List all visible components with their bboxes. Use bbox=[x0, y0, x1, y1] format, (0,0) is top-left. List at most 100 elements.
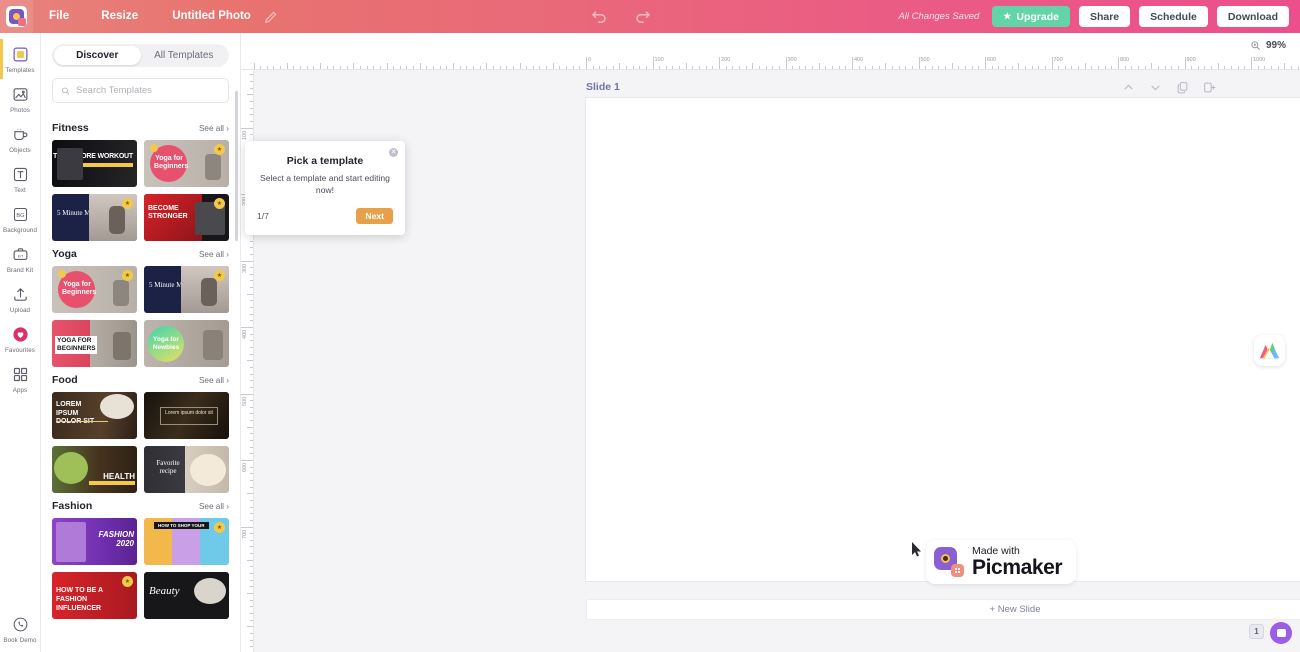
share-button[interactable]: Share bbox=[1078, 6, 1131, 27]
pencil-icon[interactable] bbox=[263, 9, 279, 25]
top-bar-actions: All Changes Saved ★ Upgrade Share Schedu… bbox=[898, 6, 1300, 27]
template-card[interactable]: ★ BECOME STRONGER bbox=[144, 194, 229, 241]
brandkit-icon: KIT bbox=[11, 245, 30, 264]
chevron-down-icon[interactable] bbox=[1149, 81, 1162, 94]
section-title: Yoga bbox=[52, 248, 77, 260]
zoom-in-icon[interactable] bbox=[1250, 40, 1261, 51]
picmaker-watermark: Made with Picmaker bbox=[926, 540, 1077, 584]
template-card[interactable]: FASHION 2020 bbox=[52, 518, 137, 565]
watermark-line2: Picmaker bbox=[972, 555, 1063, 579]
template-title: HOW TO SHOP YOUR bbox=[154, 522, 209, 529]
close-icon[interactable]: ✕ bbox=[389, 148, 398, 157]
template-card[interactable]: Beauty bbox=[144, 572, 229, 619]
template-card[interactable]: ★ 5 Minute Meditation bbox=[52, 194, 137, 241]
book-demo-button[interactable]: Book Demo bbox=[0, 609, 41, 652]
add-slide-icon[interactable] bbox=[1203, 81, 1216, 94]
sidebar-item-templates[interactable]: Templates bbox=[0, 39, 41, 79]
upload-icon bbox=[11, 285, 30, 304]
editor-area: 99% 010020030040050060070080090010001100… bbox=[241, 33, 1300, 652]
template-card[interactable]: Lorem ipsum dolor sit bbox=[144, 392, 229, 439]
top-bar: File Resize Untitled Photo All Changes S… bbox=[0, 0, 1300, 33]
search-icon bbox=[62, 87, 70, 95]
section-header-fitness: Fitness See all › bbox=[52, 122, 229, 134]
see-all-food[interactable]: See all › bbox=[199, 376, 229, 385]
template-grid-yoga: ★ Yoga for Beginners ★ 5 Minute Meditati… bbox=[52, 266, 229, 367]
star-icon: ★ bbox=[1003, 11, 1012, 21]
tooltip-body: Select a template and start editing now! bbox=[260, 173, 390, 195]
panel-scrollbar[interactable] bbox=[235, 91, 238, 241]
new-slide-button[interactable]: + New Slide bbox=[586, 599, 1300, 620]
tab-all-templates[interactable]: All Templates bbox=[141, 46, 228, 65]
template-card[interactable]: ★ Yoga for Beginners bbox=[144, 140, 229, 187]
template-title: Beauty bbox=[149, 585, 180, 597]
slide-title[interactable]: Slide 1 bbox=[586, 81, 620, 93]
download-button[interactable]: Download bbox=[1216, 6, 1289, 27]
svg-text:BG: BG bbox=[16, 213, 24, 219]
schedule-button[interactable]: Schedule bbox=[1139, 6, 1208, 27]
sidebar-item-text[interactable]: Text bbox=[0, 159, 41, 199]
phone-icon bbox=[11, 615, 30, 634]
template-card[interactable]: ★ 5 Minute Meditation bbox=[144, 266, 229, 313]
template-card[interactable]: ★ HOW TO BE A FASHION INFLUENCER bbox=[52, 572, 137, 619]
section-title: Fitness bbox=[52, 122, 89, 134]
slide-canvas[interactable] bbox=[586, 98, 1300, 581]
upgrade-button[interactable]: ★ Upgrade bbox=[992, 6, 1070, 27]
file-menu[interactable]: File bbox=[33, 0, 85, 33]
canvas-viewport: Slide 1 Made with Picmaker + New Slide bbox=[254, 70, 1300, 652]
onboarding-tooltip: ✕ Pick a template Select a template and … bbox=[245, 141, 405, 235]
resize-menu[interactable]: Resize bbox=[85, 0, 154, 33]
sidebar-item-upload[interactable]: Upload bbox=[0, 279, 41, 319]
tab-discover[interactable]: Discover bbox=[54, 46, 141, 65]
template-card[interactable]: Favorite recipe bbox=[144, 446, 229, 493]
section-header-food: Food See all › bbox=[52, 374, 229, 386]
picmaker-logo-icon bbox=[934, 547, 964, 577]
search-input[interactable] bbox=[76, 85, 220, 96]
watermark-line1: Made with bbox=[972, 544, 1020, 557]
notification-badge[interactable]: 1 bbox=[1249, 624, 1264, 639]
slide-controls bbox=[1122, 81, 1216, 94]
template-card[interactable]: TOTAL CORE WORKOUT bbox=[52, 140, 137, 187]
search-box[interactable] bbox=[52, 78, 229, 103]
document-title[interactable]: Untitled Photo bbox=[154, 0, 263, 33]
template-card[interactable]: YOGA FOR BEGINNERS bbox=[52, 320, 137, 367]
template-card[interactable]: ★ Yoga for Beginners bbox=[52, 266, 137, 313]
template-title: Favorite recipe bbox=[156, 459, 180, 475]
template-card[interactable]: HEALTH bbox=[52, 446, 137, 493]
sidebar-label: Background bbox=[2, 227, 38, 234]
see-all-yoga[interactable]: See all › bbox=[199, 250, 229, 259]
zoom-level[interactable]: 99% bbox=[1266, 40, 1286, 51]
template-card[interactable]: LOREM IPSUM DOLOR SIT bbox=[52, 392, 137, 439]
app-logo[interactable] bbox=[0, 0, 33, 33]
template-card[interactable]: Yoga for Newbies bbox=[144, 320, 229, 367]
ruler-tick-label: 100 bbox=[242, 130, 248, 140]
photos-icon bbox=[11, 85, 30, 104]
see-all-fashion[interactable]: See all › bbox=[199, 502, 229, 511]
ruler-tick-label: 600 bbox=[987, 57, 997, 63]
template-title: HEALTH bbox=[103, 472, 135, 481]
sidebar-item-photos[interactable]: Photos bbox=[0, 79, 41, 119]
sidebar-item-favourites[interactable]: Favourites bbox=[0, 319, 41, 359]
ruler-tick-label: 400 bbox=[854, 57, 864, 63]
sidebar-item-background[interactable]: BG Background bbox=[0, 199, 41, 239]
sidebar-item-apps[interactable]: Apps bbox=[0, 359, 41, 399]
undo-icon[interactable] bbox=[590, 8, 608, 26]
template-card[interactable]: ★ HOW TO SHOP YOUR bbox=[144, 518, 229, 565]
sidebar-item-objects[interactable]: Objects bbox=[0, 119, 41, 159]
see-all-fitness[interactable]: See all › bbox=[199, 124, 229, 133]
redo-icon[interactable] bbox=[634, 8, 652, 26]
template-title: YOGA FOR BEGINNERS bbox=[55, 336, 97, 354]
next-button[interactable]: Next bbox=[356, 208, 393, 224]
image-gallery-icon[interactable] bbox=[1254, 335, 1285, 366]
book-demo-label: Book Demo bbox=[3, 637, 37, 644]
templates-scroll-area[interactable]: Fitness See all › TOTAL CORE WORKOUT ★ Y… bbox=[41, 115, 240, 652]
chat-bubble-icon[interactable] bbox=[1270, 622, 1292, 644]
sidebar-label: Favourites bbox=[5, 347, 35, 354]
chevron-up-icon[interactable] bbox=[1122, 81, 1135, 94]
sidebar-label: Photos bbox=[10, 107, 30, 114]
sidebar-label: Upload bbox=[9, 307, 31, 314]
template-grid-fashion: FASHION 2020 ★ HOW TO SHOP YOUR ★ HOW TO… bbox=[52, 518, 229, 619]
ruler-tick-label: 100 bbox=[654, 57, 664, 63]
sidebar-item-brand-kit[interactable]: KIT Brand Kit bbox=[0, 239, 41, 279]
duplicate-icon[interactable] bbox=[1176, 81, 1189, 94]
template-title: FASHION 2020 bbox=[98, 530, 134, 548]
